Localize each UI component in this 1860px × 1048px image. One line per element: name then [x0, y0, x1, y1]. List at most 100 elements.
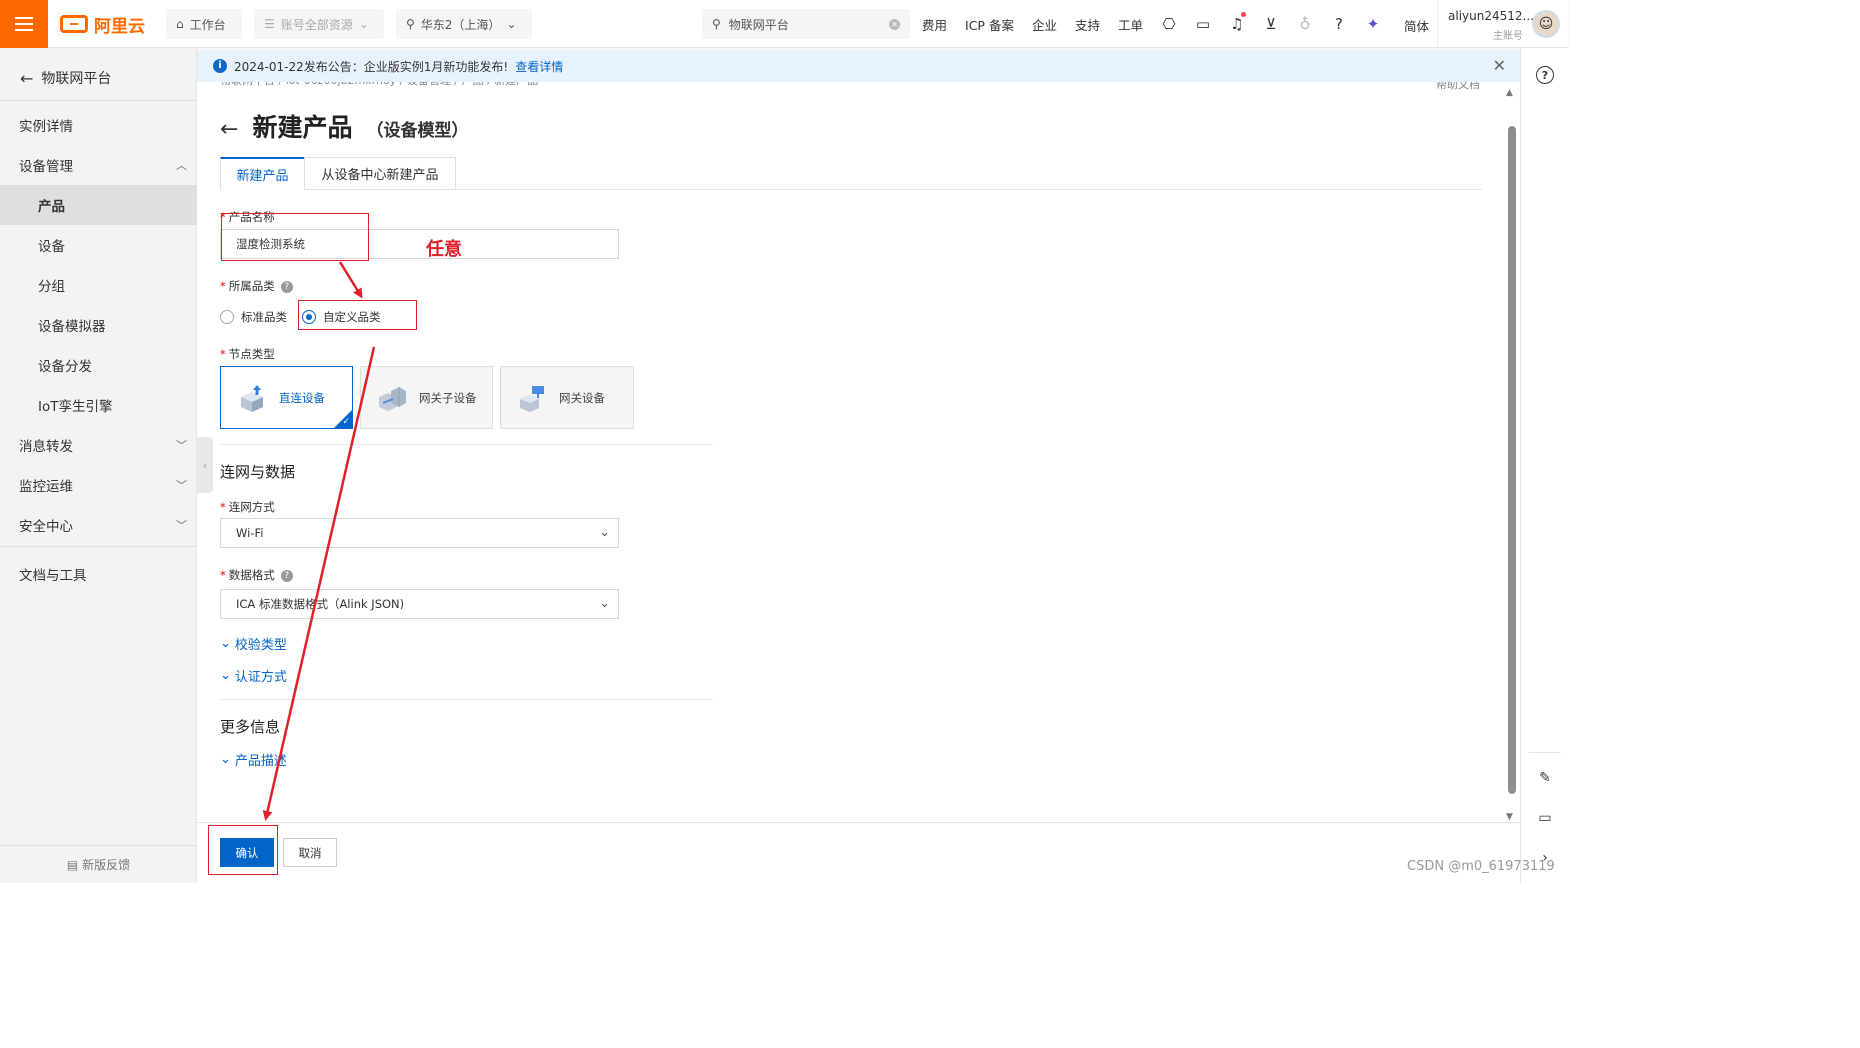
sidebar-item-message-forwarding[interactable]: 消息转发 ﹀	[0, 425, 197, 465]
scroll-down-icon[interactable]: ▼	[1506, 812, 1513, 822]
region-label: 华东2（上海）	[420, 17, 501, 32]
help-icon[interactable]: ?	[1330, 15, 1348, 33]
label-text: 数据格式	[228, 568, 275, 582]
edit-icon[interactable]: ✎	[1534, 767, 1556, 789]
aliyun-logo[interactable]: 阿里云	[60, 12, 145, 37]
close-icon[interactable]: ✕	[1493, 56, 1506, 75]
annotation-text: 任意	[426, 239, 462, 260]
cancel-button[interactable]: 取消	[283, 838, 337, 867]
nav-link-icp[interactable]: ICP 备案	[965, 15, 1014, 34]
language-switch[interactable]: 简体	[1404, 16, 1429, 35]
sidebar-item-group[interactable]: 分组	[0, 265, 197, 305]
ai-assistant-icon[interactable]: ✦	[1364, 15, 1382, 33]
aliyun-logo-mark	[60, 15, 88, 33]
feedback-label: 新版反馈	[82, 858, 131, 872]
region-selector[interactable]: ⚲ 华东2（上海） ⌄	[396, 9, 532, 39]
sidebar-item-monitoring[interactable]: 监控运维 ﹀	[0, 465, 197, 505]
sidebar-item-security-center[interactable]: 安全中心 ﹀	[0, 505, 197, 545]
sidebar-item-product[interactable]: 产品	[0, 185, 197, 225]
section-divider	[220, 699, 713, 700]
select-value: Wi-Fi	[236, 526, 264, 540]
lightbulb-icon[interactable]: ♁	[1296, 15, 1314, 33]
chevron-down-icon: ﹀	[176, 479, 187, 492]
sidebar-item-docs-tools[interactable]: 文档与工具	[0, 554, 197, 594]
auth-method-expander[interactable]: ⌄ 认证方式	[220, 666, 287, 685]
radio-circle	[220, 310, 234, 324]
terminal-icon[interactable]: ▭	[1194, 15, 1212, 33]
sidebar-item-device[interactable]: 设备	[0, 225, 197, 265]
expander-label: 认证方式	[234, 670, 287, 685]
card-label: 网关子设备	[419, 390, 477, 405]
nav-link-ticket[interactable]: 工单	[1118, 15, 1143, 34]
feedback-link[interactable]: ▤ 新版反馈	[0, 845, 197, 883]
workbench-button[interactable]: ⌂ 工作台	[166, 9, 242, 39]
account-type: 主账号	[1493, 31, 1523, 42]
sidebar-back-link[interactable]: ← 物联网平台	[20, 68, 111, 88]
radio-label: 标准品类	[241, 310, 287, 324]
sidebar-item-instance-detail[interactable]: 实例详情	[0, 105, 197, 145]
feedback-icon: ▤	[66, 857, 79, 872]
nav-link-enterprise[interactable]: 企业	[1032, 15, 1057, 34]
hamburger-menu-icon[interactable]	[0, 0, 48, 48]
label-text: 所属品类	[228, 279, 275, 293]
node-type-gateway-sub-device[interactable]: 网关子设备	[360, 366, 493, 429]
sidebar-item-iot-twin-engine[interactable]: IoT孪生引擎	[0, 385, 197, 425]
sidebar-item-label: 设备管理	[19, 159, 73, 175]
chat-icon[interactable]: ▭	[1534, 807, 1556, 829]
info-icon: i	[213, 59, 227, 73]
chevron-down-icon: ⌄	[220, 668, 231, 683]
workbench-label: 工作台	[189, 17, 226, 32]
avatar[interactable]: ☺	[1532, 10, 1560, 38]
clear-search-icon[interactable]: ✕	[889, 18, 900, 30]
card-label: 直连设备	[279, 390, 325, 405]
product-description-expander[interactable]: ⌄ 产品描述	[220, 750, 287, 769]
tab-new-product[interactable]: 新建产品	[220, 157, 305, 190]
label-text: 连网方式	[228, 500, 275, 514]
verify-type-expander[interactable]: ⌄ 校验类型	[220, 634, 287, 653]
announcement-detail-link[interactable]: 查看详情	[515, 58, 563, 75]
radio-standard-category[interactable]: 标准品类	[220, 309, 287, 325]
sidebar-item-device-distribution[interactable]: 设备分发	[0, 345, 197, 385]
sidebar-item-device-simulator[interactable]: 设备模拟器	[0, 305, 197, 345]
chevron-down-icon: ⌄	[599, 525, 610, 540]
main-scrollbar[interactable]: ▲ ▼	[1505, 86, 1519, 822]
sidebar-item-label: 文档与工具	[19, 568, 87, 584]
help-icon[interactable]: ?	[280, 569, 293, 582]
sidebar-item-label: 消息转发	[19, 439, 73, 455]
resource-selector[interactable]: ☰ 账号全部资源 ⌄	[254, 9, 384, 39]
cart-icon[interactable]: ⊻	[1262, 15, 1280, 33]
data-format-label: * 数据格式?	[220, 567, 293, 583]
page-title: 新建产品	[252, 113, 353, 142]
card-label: 网关设备	[559, 390, 605, 405]
connect-method-select[interactable]: Wi-Fi ⌄	[220, 518, 619, 548]
nav-link-fees[interactable]: 费用	[922, 15, 947, 34]
node-type-gateway-device[interactable]: 网关设备	[500, 366, 634, 429]
help-icon[interactable]: ?	[280, 280, 293, 293]
section-network-data: 连网与数据	[220, 463, 296, 481]
scrollbar-thumb[interactable]	[1508, 126, 1516, 794]
sidebar-collapse-handle[interactable]: ‹	[197, 437, 213, 493]
label-text: 节点类型	[228, 347, 275, 361]
chevron-down-icon: ⌄	[220, 752, 231, 767]
node-type-direct-device[interactable]: 直连设备 ✓	[220, 366, 353, 429]
nav-link-support[interactable]: 支持	[1075, 15, 1100, 34]
section-divider	[220, 444, 713, 445]
arrow-left-icon[interactable]: ←	[220, 117, 238, 142]
direct-device-icon	[241, 384, 263, 412]
scroll-up-icon[interactable]: ▲	[1506, 88, 1513, 98]
bell-icon[interactable]: ♫	[1228, 12, 1246, 33]
chevron-up-icon: ︿	[176, 159, 187, 172]
tab-from-device-center[interactable]: 从设备中心新建产品	[304, 157, 456, 190]
global-search-input[interactable]: ⚲ 物联网平台 ✕	[702, 9, 910, 39]
chevron-down-icon: ⌄	[506, 17, 517, 31]
chevron-down-icon: ⌄	[599, 596, 610, 611]
sidebar-item-label: 设备	[38, 239, 65, 255]
api-icon[interactable]: ⎔	[1160, 15, 1178, 33]
user-menu[interactable]: aliyun24512... 主账号 ☺	[1437, 0, 1568, 48]
annotation-arrow-to-category	[338, 261, 363, 299]
username: aliyun24512...	[1448, 9, 1534, 23]
sidebar-item-device-management[interactable]: 设备管理 ︿	[0, 145, 197, 185]
data-format-select[interactable]: ICA 标准数据格式（Alink JSON) ⌄	[220, 589, 619, 619]
search-icon: ⚲	[712, 17, 721, 31]
help-circle-icon[interactable]: ?	[1536, 66, 1554, 84]
